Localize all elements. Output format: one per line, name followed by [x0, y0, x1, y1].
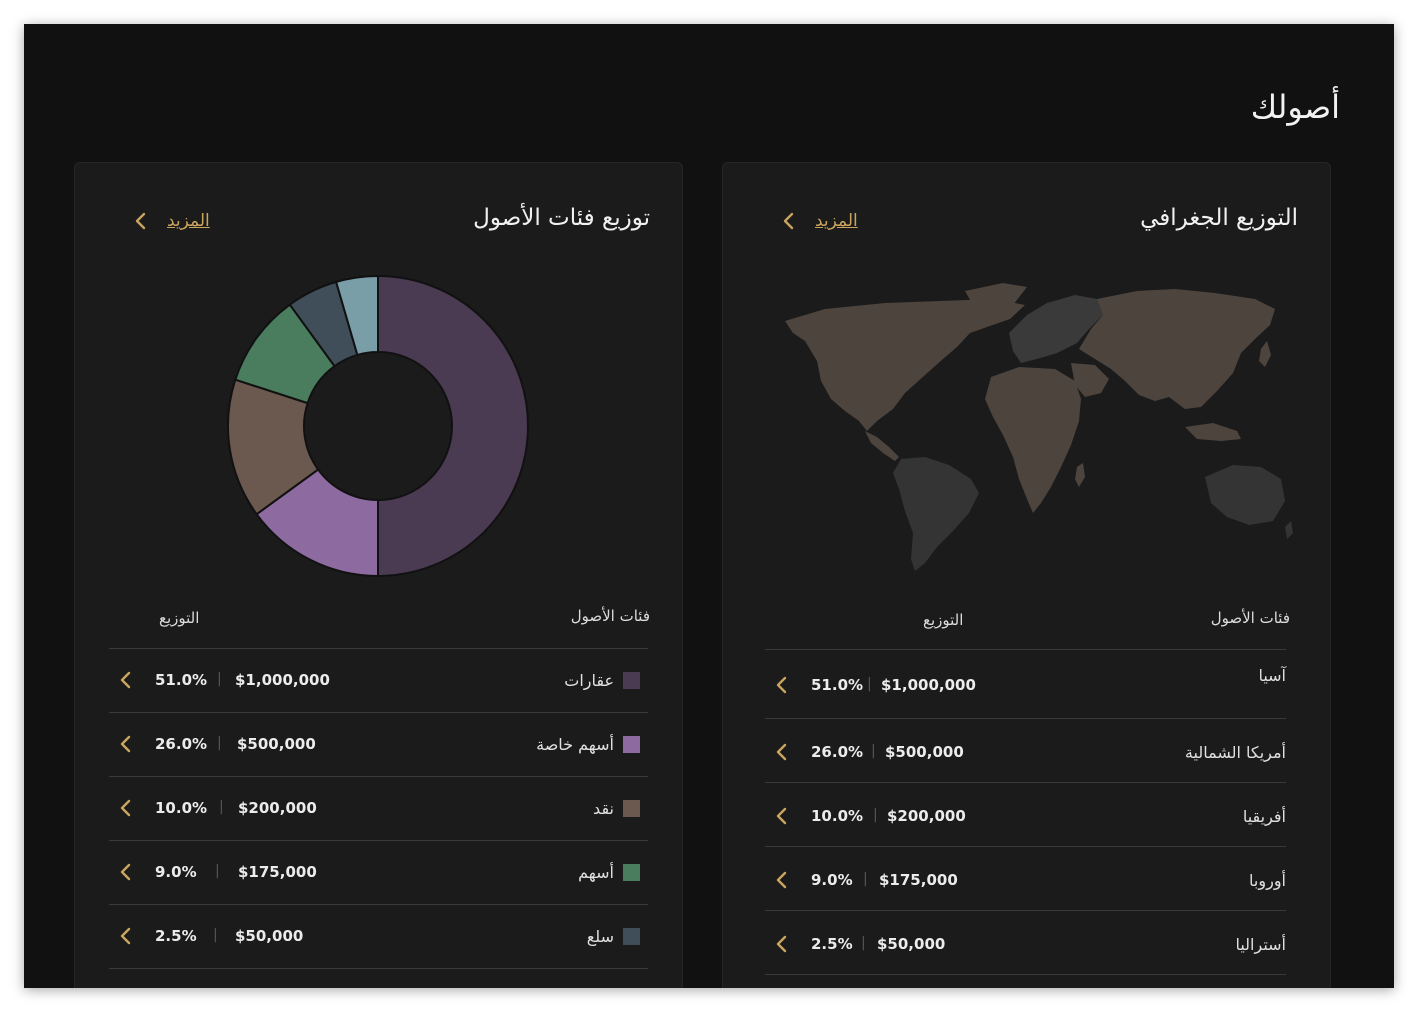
page-title: أصولك	[1250, 88, 1340, 126]
col-head-category: فئات الأصول	[570, 607, 650, 625]
row-percent: 9.0%	[811, 871, 853, 889]
app-window: أصولك توزيع فئات الأصول المزيد فئات الأص…	[24, 24, 1394, 988]
row-amount: $500,000	[885, 743, 964, 761]
chevron-left-icon	[776, 676, 787, 694]
row-name: أسهم	[578, 863, 614, 882]
row-name: أسهم خاصة	[536, 735, 614, 754]
more-label: المزيد	[167, 211, 210, 231]
row-percent: 51.0%	[155, 671, 208, 689]
chevron-left-icon	[776, 871, 787, 889]
row-name: نقد	[593, 799, 614, 818]
divider: |	[219, 799, 224, 815]
row-amount: $50,000	[235, 927, 304, 945]
chevron-left-icon	[120, 735, 131, 753]
geo-distribution-card: التوزيع الجغرافي المزيد فئات الأصول التو…	[722, 162, 1331, 988]
row-amount: $1,000,000	[235, 671, 330, 689]
divider: |	[217, 735, 222, 751]
table-row[interactable]: 2.5% | $50,000 سلع	[109, 905, 648, 969]
chevron-left-icon	[120, 799, 131, 817]
map-africa	[985, 367, 1081, 513]
donut-svg	[227, 274, 529, 578]
map-north-america	[785, 299, 1025, 431]
chevron-left-icon	[776, 935, 787, 953]
map-south-america	[893, 457, 979, 571]
row-percent: 10.0%	[155, 799, 208, 817]
row-percent: 26.0%	[811, 743, 864, 761]
divider: |	[867, 676, 872, 692]
row-amount: $50,000	[877, 935, 946, 953]
table-row[interactable]: 2.5% | $50,000 أستراليا	[765, 911, 1286, 975]
asset-table: 51.0% | $1,000,000 عقارات 26.0% | $500,0…	[109, 648, 648, 969]
row-amount: $175,000	[238, 863, 317, 881]
row-name: أمريكا الشمالية	[1184, 743, 1286, 762]
col-head-distribution: التوزيع	[159, 609, 200, 627]
divider: |	[871, 743, 876, 759]
asset-more-link[interactable]: المزيد	[131, 211, 210, 231]
asset-card-title: توزيع فئات الأصول	[473, 205, 650, 231]
donut-slice	[377, 274, 529, 578]
table-row[interactable]: 9.0% | $175,000 أوروبا	[765, 847, 1286, 911]
world-map	[765, 281, 1295, 581]
more-label: المزيد	[815, 211, 858, 231]
row-name: أفريقيا	[1242, 807, 1286, 826]
map-madagascar	[1075, 463, 1085, 487]
row-percent: 51.0%	[811, 676, 864, 694]
row-amount: $1,000,000	[881, 676, 976, 694]
table-row[interactable]: 51.0% | $1,000,000 عقارات	[109, 649, 648, 713]
divider: |	[863, 871, 868, 887]
map-indonesia	[1185, 423, 1241, 441]
table-row[interactable]: 9.0% | $175,000 أسهم	[109, 841, 648, 905]
geo-card-title: التوزيع الجغرافي	[1140, 205, 1298, 231]
table-row[interactable]: 26.0% | $500,000 أمريكا الشمالية	[765, 719, 1286, 783]
map-new-zealand	[1285, 521, 1293, 539]
row-percent: 10.0%	[811, 807, 864, 825]
chevron-left-icon	[783, 212, 794, 230]
divider: |	[213, 927, 218, 943]
geo-table: 51.0% | $1,000,000 آسيا 26.0% | $500,000…	[765, 649, 1286, 975]
row-name: سلع	[586, 927, 614, 946]
asset-distribution-card: توزيع فئات الأصول المزيد فئات الأصول الت…	[74, 162, 683, 988]
chevron-left-icon	[135, 212, 146, 230]
row-name: أستراليا	[1235, 935, 1286, 954]
row-percent: 2.5%	[155, 927, 197, 945]
divider: |	[873, 807, 878, 823]
table-row[interactable]: 10.0% | $200,000 نقد	[109, 777, 648, 841]
divider: |	[215, 863, 220, 879]
legend-swatch	[623, 672, 640, 689]
chevron-left-icon	[120, 863, 131, 881]
map-australia	[1205, 465, 1285, 525]
row-percent: 2.5%	[811, 935, 853, 953]
chevron-left-icon	[120, 927, 131, 945]
legend-swatch	[623, 736, 640, 753]
row-percent: 9.0%	[155, 863, 197, 881]
legend-swatch	[623, 800, 640, 817]
chevron-left-icon	[120, 671, 131, 689]
row-name: عقارات	[564, 671, 614, 690]
asset-donut-chart	[223, 271, 533, 581]
row-amount: $200,000	[887, 807, 966, 825]
map-central-america	[865, 431, 899, 461]
legend-swatch	[623, 864, 640, 881]
geo-more-link[interactable]: المزيد	[779, 211, 858, 231]
row-amount: $500,000	[237, 735, 316, 753]
chevron-left-icon	[776, 807, 787, 825]
col-head-distribution: التوزيع	[923, 611, 964, 629]
row-name: أوروبا	[1249, 871, 1286, 890]
table-row[interactable]: 51.0% | $1,000,000 آسيا	[765, 650, 1286, 719]
row-amount: $200,000	[238, 799, 317, 817]
row-name: آسيا	[1258, 666, 1286, 685]
map-japan	[1259, 341, 1271, 367]
row-percent: 26.0%	[155, 735, 208, 753]
legend-swatch	[623, 928, 640, 945]
divider: |	[217, 671, 222, 687]
table-row[interactable]: 10.0% | $200,000 أفريقيا	[765, 783, 1286, 847]
world-map-icon	[785, 283, 1293, 571]
map-asia	[1079, 289, 1275, 409]
table-row[interactable]: 26.0% | $500,000 أسهم خاصة	[109, 713, 648, 777]
row-amount: $175,000	[879, 871, 958, 889]
chevron-left-icon	[776, 743, 787, 761]
col-head-category: فئات الأصول	[1210, 609, 1290, 627]
divider: |	[861, 935, 866, 951]
